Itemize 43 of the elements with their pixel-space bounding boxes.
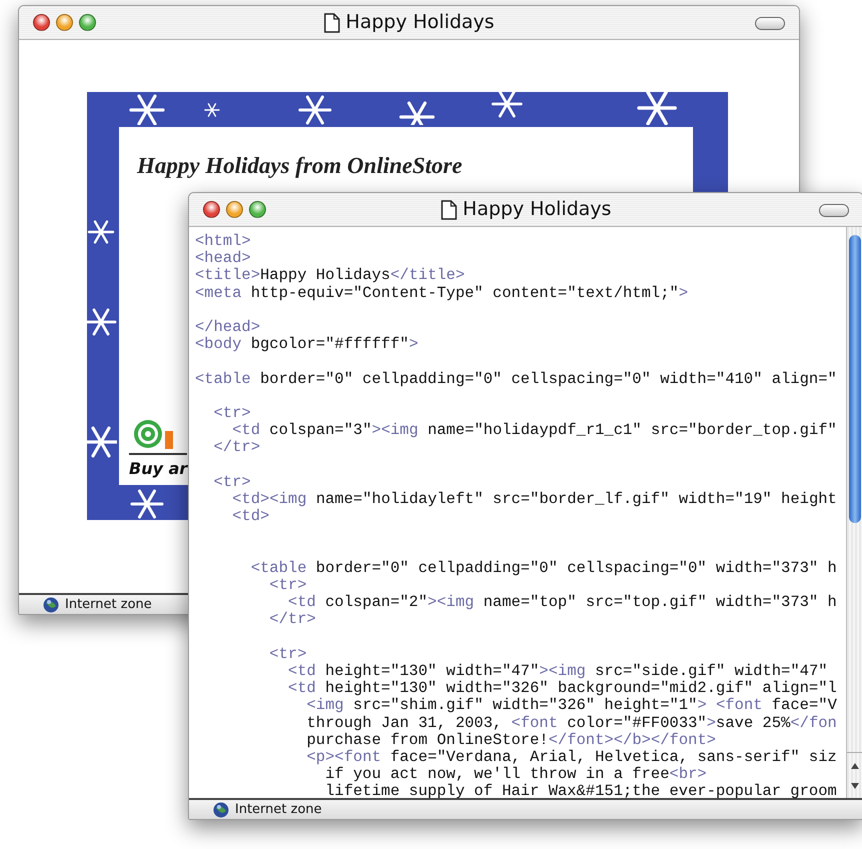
code-line: </head> bbox=[195, 319, 260, 336]
zoom-button[interactable] bbox=[79, 14, 96, 31]
code-line: <td colspan="3"><img name="holidaypdf_r1_c1" src="border_top.gif" bbox=[231, 422, 837, 440]
close-button[interactable] bbox=[33, 14, 50, 31]
code-line: if you act now, we'll throw in a free<br> bbox=[324, 766, 707, 784]
status-text: Internet zone bbox=[235, 800, 322, 819]
card-heading: Happy Holidays from OnlineStore bbox=[137, 152, 462, 180]
code-line: <tr> bbox=[268, 576, 307, 594]
code-line: <td height="130" width="326" background="mid2.gif" align="l bbox=[287, 680, 837, 698]
globe-icon bbox=[213, 802, 229, 818]
code-line: <table border="0" cellpadding="0" cellspacing="0" width="410" align=" bbox=[195, 370, 837, 388]
window-title: Happy Holidays bbox=[462, 197, 612, 222]
code-line: <tr> bbox=[268, 646, 307, 663]
code-line: <td colspan="2"><img name="top" src="top.gif" width="373" h bbox=[287, 594, 837, 612]
code-line: purchase from OnlineStore!</font></b></font> bbox=[306, 732, 716, 749]
code-line: <tr> bbox=[212, 404, 251, 422]
close-button[interactable] bbox=[203, 201, 220, 218]
document-icon bbox=[324, 12, 340, 32]
code-line: <td> bbox=[231, 508, 270, 526]
document-icon bbox=[440, 200, 457, 220]
code-line: </tr> bbox=[268, 611, 316, 629]
code-line: </tr> bbox=[212, 439, 260, 457]
minimize-button[interactable] bbox=[226, 201, 243, 218]
code-line: <table border="0" cellpadding="0" cellspacing="0" width="373" h bbox=[250, 560, 837, 577]
code-line: <title>Happy Holidays</title> bbox=[195, 267, 465, 285]
minimize-button[interactable] bbox=[56, 14, 73, 31]
window-title: Happy Holidays bbox=[346, 10, 494, 36]
globe-icon bbox=[43, 596, 59, 612]
zoom-button[interactable] bbox=[249, 201, 266, 218]
status-text: Internet zone bbox=[65, 596, 152, 614]
scrollbar[interactable] bbox=[846, 227, 862, 798]
code-line: <td><img name="holidayleft" src="border_lf.gif" width="19" height bbox=[231, 490, 837, 508]
code-line: <head> bbox=[195, 250, 251, 268]
code-line: <html> bbox=[195, 233, 251, 250]
toolbar-toggle-button[interactable] bbox=[819, 204, 849, 217]
code-line: <td height="130" width="47"><img src="side.gif" width="47" bbox=[287, 662, 828, 680]
code-line: <img src="shim.gif" width="326" height="1"> <font face="V bbox=[306, 697, 837, 715]
code-line: <tr> bbox=[212, 474, 251, 491]
code-line: <body bgcolor="#ffffff"> bbox=[195, 336, 418, 354]
code-line: <p><font face="Verdana, Arial, Helvetica, sans-serif" siz bbox=[306, 749, 837, 766]
code-line: through Jan 31, 2003, <font color="#FF0033">save 25%</fon bbox=[306, 714, 837, 732]
code-line: <meta http-equiv="Content-Type" content="text/html;"> bbox=[195, 284, 688, 302]
toolbar-toggle-button[interactable] bbox=[755, 17, 785, 30]
